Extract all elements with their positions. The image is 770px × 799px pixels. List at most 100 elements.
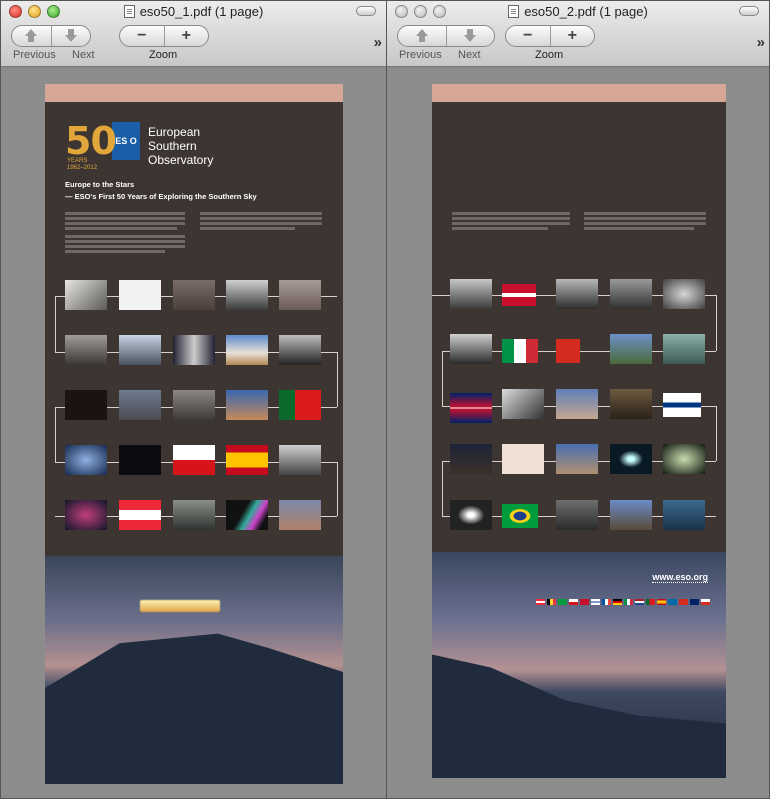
timeline-photo xyxy=(663,500,705,530)
intro-text-line xyxy=(65,245,185,248)
switzerland-flag-icon xyxy=(556,339,580,363)
document-view[interactable]: www.eso.org xyxy=(387,68,769,798)
flag-icon xyxy=(547,599,556,605)
paranal-photo xyxy=(45,556,343,784)
page-top-band xyxy=(45,84,343,102)
flag-icon xyxy=(679,599,688,605)
finland-flag-icon xyxy=(663,393,701,417)
zoom-control: − + xyxy=(119,25,209,47)
toolbar-overflow-icon[interactable]: » xyxy=(374,34,383,51)
timeline-photo xyxy=(450,500,492,530)
timeline-connector xyxy=(442,461,443,516)
arrow-down-icon xyxy=(463,29,477,43)
poster-heading: Europe to the Stars — ESO's First 50 Yea… xyxy=(65,180,257,201)
previous-button[interactable] xyxy=(398,26,446,46)
timeline-photo xyxy=(226,500,268,530)
document-view[interactable]: 50 YEARS 1962–2012 ES O European Southern… xyxy=(1,68,386,798)
previous-label: Previous xyxy=(399,49,442,61)
czech-flag-icon xyxy=(173,445,215,475)
timeline-connector xyxy=(716,406,717,461)
timeline-photo xyxy=(556,444,598,474)
member-flags-strip xyxy=(536,599,710,605)
flag-icon xyxy=(536,599,545,605)
arrow-down-icon xyxy=(64,29,78,43)
zoom-out-button[interactable]: − xyxy=(120,26,164,46)
timeline-photo xyxy=(173,390,215,420)
timeline-photo xyxy=(556,500,598,530)
intro-text-line xyxy=(200,217,322,220)
timeline-photo xyxy=(610,444,652,474)
intro-text-line xyxy=(65,222,185,225)
mountain-silhouette xyxy=(45,633,343,784)
next-button[interactable] xyxy=(50,26,91,46)
eso-50-logo: 50 YEARS 1962–2012 ES O European Southern… xyxy=(65,122,214,171)
pdf-page: www.eso.org xyxy=(432,84,726,778)
flag-icon xyxy=(657,599,666,605)
timeline-photo xyxy=(65,445,107,475)
timeline-photo xyxy=(450,334,492,364)
zoom-in-button[interactable]: + xyxy=(163,26,209,46)
timeline-photo xyxy=(663,334,705,364)
eso-logo-icon: ES O xyxy=(112,122,140,160)
window-toolbar: eso50_2.pdf (1 page) − + Previous Next Z… xyxy=(387,1,769,67)
flag-icon xyxy=(569,599,578,605)
denmark-flag-icon xyxy=(502,284,536,306)
next-button[interactable] xyxy=(445,26,495,46)
page-navigation-control xyxy=(11,25,91,47)
timeline-photo xyxy=(610,334,652,364)
page-navigation-control xyxy=(397,25,495,47)
timeline-photo xyxy=(119,445,161,475)
intro-text-line xyxy=(584,227,694,230)
pdf-page: 50 YEARS 1962–2012 ES O European Southern… xyxy=(45,84,343,784)
timeline-photo xyxy=(610,389,652,419)
zoom-in-button[interactable]: + xyxy=(549,26,595,46)
toolbar-toggle-button[interactable] xyxy=(356,6,376,16)
plus-icon: + xyxy=(567,27,577,44)
timeline-photo xyxy=(119,280,161,310)
paranal-sunset-photo: www.eso.org xyxy=(432,552,726,778)
spain-flag-icon xyxy=(226,445,268,475)
org-name: European Southern Observatory xyxy=(148,125,214,167)
uk-flag-icon xyxy=(450,393,492,423)
timeline-photo xyxy=(65,280,107,310)
timeline-photo xyxy=(65,335,107,365)
website-url[interactable]: www.eso.org xyxy=(652,572,708,583)
toolbar-toggle-button[interactable] xyxy=(739,6,759,16)
flag-icon xyxy=(624,599,633,605)
zoom-out-button[interactable]: − xyxy=(506,26,550,46)
timeline-photo xyxy=(119,390,161,420)
flag-icon xyxy=(635,599,644,605)
timeline-photo xyxy=(226,390,268,420)
pdf-document-icon xyxy=(508,5,520,18)
timeline-photo xyxy=(502,444,544,474)
timeline-photo xyxy=(450,444,492,474)
timeline-photo xyxy=(450,279,492,309)
previous-button[interactable] xyxy=(12,26,51,46)
flag-icon xyxy=(602,599,611,605)
window-title: eso50_2.pdf (1 page) xyxy=(387,4,769,19)
portugal-flag-icon xyxy=(279,390,321,420)
intro-text-line xyxy=(584,222,706,225)
intro-text-line xyxy=(65,227,177,230)
timeline-photo xyxy=(119,335,161,365)
intro-text-line xyxy=(200,227,295,230)
timeline-photo xyxy=(610,500,652,530)
timeline-photo xyxy=(65,500,107,530)
timeline-photo xyxy=(556,389,598,419)
timeline-photo xyxy=(663,279,705,309)
timeline-photo xyxy=(556,279,598,309)
flag-icon xyxy=(690,599,699,605)
toolbar-overflow-icon[interactable]: » xyxy=(757,34,766,51)
zoom-control: − + xyxy=(505,25,595,47)
italy-flag-icon xyxy=(502,339,538,363)
minus-icon: − xyxy=(523,27,533,44)
timeline-connector xyxy=(337,462,338,516)
arrow-up-icon xyxy=(24,29,38,43)
timeline-connector xyxy=(716,295,717,351)
zoom-label: Zoom xyxy=(149,49,178,61)
vlt-telescopes xyxy=(140,600,220,612)
intro-text-line xyxy=(65,217,185,220)
intro-text-line xyxy=(200,212,322,215)
flag-icon xyxy=(646,599,655,605)
minus-icon: − xyxy=(137,27,147,44)
